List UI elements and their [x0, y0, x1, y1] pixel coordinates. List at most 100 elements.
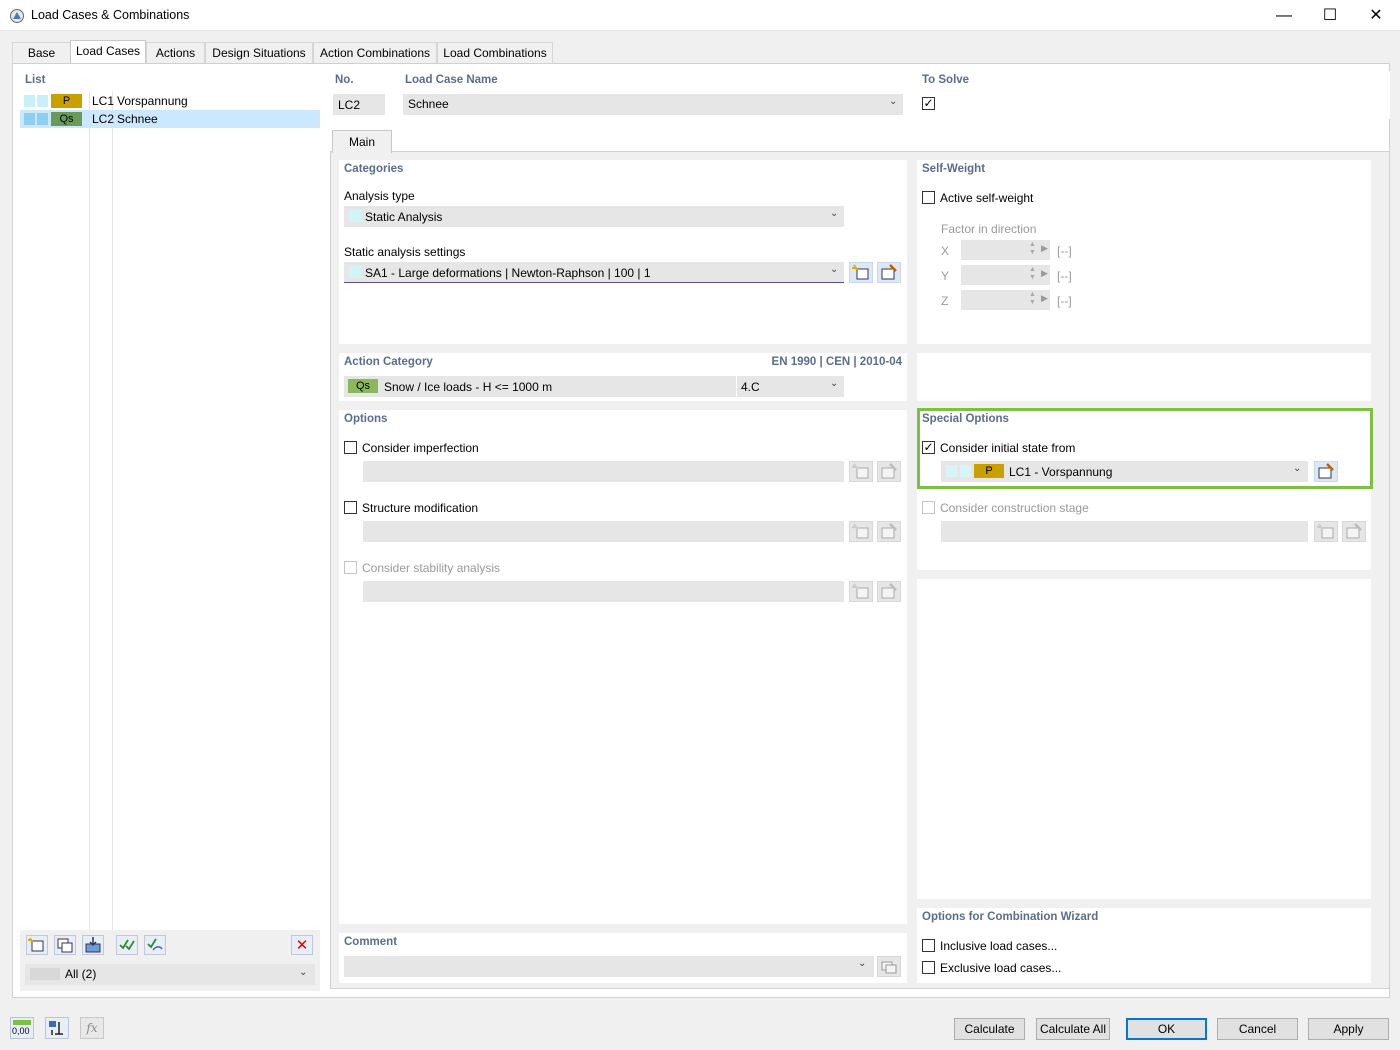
active-self-weight-checkbox[interactable] [922, 191, 935, 204]
structure-modification-checkbox[interactable] [344, 501, 357, 514]
action-category-title: Action Category [344, 356, 433, 368]
edit-imperfection-button[interactable] [877, 461, 901, 482]
tab-load-cases[interactable]: Load Cases [70, 40, 146, 64]
apply-button[interactable]: Apply [1308, 1018, 1389, 1040]
static-settings-label: Static analysis settings [344, 245, 466, 259]
static-settings-select[interactable]: SA1 - Large deformations | Newton-Raphso… [344, 262, 844, 283]
filter-swatch [30, 968, 60, 980]
tab-design-situations[interactable]: Design Situations [205, 42, 313, 63]
edit-structure-modification-button[interactable] [877, 521, 901, 542]
subtab-main[interactable]: Main [332, 130, 392, 153]
action-category-select[interactable]: Qs Snow / Ice loads - H <= 1000 m 4.C ⌄ [344, 376, 844, 397]
new-static-settings-button[interactable] [849, 262, 873, 283]
structure-modification-select[interactable] [363, 521, 844, 542]
units-icon-text: 0,00 [12, 1026, 30, 1036]
filter-value: All (2) [65, 967, 97, 981]
list-area: List P LC1 Vorspannung Qs LC2 Schnee [20, 71, 320, 930]
copy-load-case-button[interactable] [54, 935, 76, 955]
inclusive-load-cases-checkbox[interactable] [922, 939, 935, 952]
self-weight-title: Self-Weight [922, 163, 986, 175]
formula-icon: fx [86, 1021, 98, 1035]
options-group: Options Consider imperfection Structure … [339, 410, 907, 924]
new-imperfection-button[interactable] [849, 461, 873, 482]
stability-analysis-select[interactable] [363, 581, 844, 602]
consider-imperfection-checkbox[interactable] [344, 441, 357, 454]
units-button[interactable]: 0,00 [10, 1017, 34, 1039]
chevron-down-icon: ⌄ [830, 208, 839, 219]
spinner-icon: ▲ ▼ [1029, 241, 1036, 256]
comment-edit-button[interactable] [877, 956, 901, 977]
tab-base[interactable]: Base [12, 42, 71, 63]
ok-button[interactable]: OK [1126, 1018, 1207, 1040]
edit-stability-button[interactable] [877, 581, 901, 602]
comment-group: Comment ⌄ [339, 933, 907, 983]
factor-z-input[interactable]: ▲ ▼ ▶ [961, 290, 1050, 310]
new-item-icon [852, 264, 869, 280]
arrow-right-icon: ▶ [1041, 243, 1048, 253]
options-title: Options [344, 413, 388, 425]
minimize-button[interactable]: — [1261, 0, 1307, 31]
edit-static-settings-button[interactable] [877, 262, 901, 283]
check-all-button[interactable] [116, 935, 138, 955]
new-load-case-button[interactable] [26, 935, 48, 955]
display-settings-button[interactable] [45, 1017, 69, 1039]
factor-y-input[interactable]: ▲ ▼ ▶ [961, 265, 1050, 285]
wizard-title: Options for Combination Wizard [922, 911, 1099, 923]
edit-icon [881, 583, 897, 599]
construction-stage-label: Consider construction stage [940, 501, 1089, 515]
new-construction-stage-button[interactable] [1314, 521, 1338, 542]
exclusive-load-cases-label: Exclusive load cases... [940, 961, 1062, 975]
new-structure-modification-button[interactable] [849, 521, 873, 542]
self-weight-group: Self-Weight Active self-weight Factor in… [917, 160, 1371, 344]
maximize-button[interactable]: ☐ [1307, 0, 1353, 31]
delete-button[interactable]: ✕ [291, 935, 313, 955]
spinner-icon: ▲ ▼ [1029, 291, 1036, 306]
tab-load-combinations[interactable]: Load Combinations [437, 42, 553, 63]
list-title: List [25, 74, 46, 86]
new-stability-button[interactable] [849, 581, 873, 602]
check-icon [119, 939, 135, 951]
construction-stage-checkbox[interactable] [922, 501, 935, 514]
load-case-name: Vorspannung [117, 94, 188, 108]
name-value: Schnee [408, 97, 449, 111]
exclusive-load-cases-checkbox[interactable] [922, 961, 935, 974]
copy-icon [57, 938, 73, 953]
number-field[interactable]: LC2 [333, 94, 385, 115]
import-button[interactable] [82, 935, 104, 955]
active-self-weight-label: Active self-weight [940, 191, 1034, 205]
analysis-type-label: Analysis type [344, 189, 415, 203]
edit-construction-stage-button[interactable] [1342, 521, 1366, 542]
imperfection-select[interactable] [363, 461, 844, 482]
select-divider [736, 376, 737, 397]
calculate-all-button[interactable]: Calculate All [1036, 1018, 1110, 1040]
chevron-down-icon: ⌄ [889, 96, 898, 107]
toggle-check-button[interactable] [144, 935, 166, 955]
close-button[interactable]: ✕ [1353, 0, 1399, 31]
factor-x-input[interactable]: ▲ ▼ ▶ [961, 240, 1050, 260]
analysis-type-select[interactable]: Static Analysis ⌄ [344, 206, 844, 227]
axis-z-label: Z [941, 294, 949, 308]
to-solve-checkbox[interactable]: ✓ [922, 97, 935, 110]
new-item-icon [28, 937, 44, 952]
checkmark-icon: ✓ [923, 96, 934, 110]
spinner-icon: ▲ ▼ [1029, 266, 1036, 281]
load-case-name-select[interactable]: Schnee ⌄ [403, 94, 903, 115]
list-filter-select[interactable]: All (2) ⌄ [25, 964, 315, 985]
new-item-icon [852, 523, 869, 539]
calculate-button[interactable]: Calculate [954, 1018, 1025, 1040]
color-swatch [24, 113, 35, 125]
empty-group [917, 579, 1371, 899]
display-settings-icon [49, 1021, 63, 1035]
stability-analysis-checkbox[interactable] [344, 561, 357, 574]
comment-input[interactable]: ⌄ [344, 956, 874, 977]
list-item[interactable]: Qs LC2 Schnee [20, 110, 320, 128]
tab-action-combinations[interactable]: Action Combinations [313, 42, 437, 63]
list-item[interactable]: P LC1 Vorspannung [20, 92, 320, 110]
number-group: No. LC2 [330, 71, 390, 119]
formula-button[interactable]: fx [80, 1017, 104, 1039]
tab-actions[interactable]: Actions [146, 42, 205, 63]
cancel-button[interactable]: Cancel [1217, 1018, 1298, 1040]
name-group: Load Case Name Schnee ⌄ [399, 71, 907, 119]
comment-title: Comment [344, 936, 398, 948]
construction-stage-select[interactable] [941, 521, 1308, 542]
